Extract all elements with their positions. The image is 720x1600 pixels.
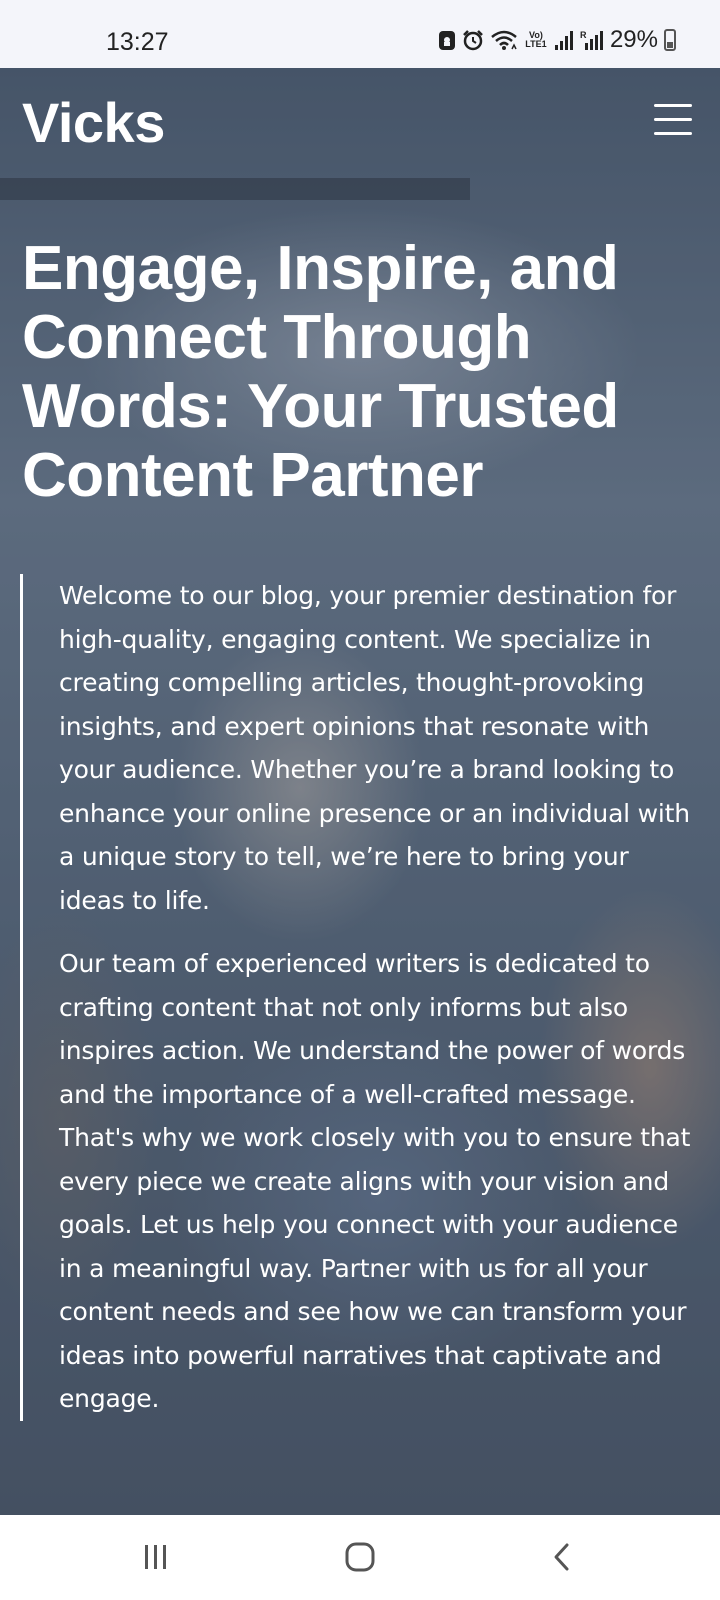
signal-roaming-icon: R: [580, 30, 603, 50]
intro-paragraph-1: Welcome to our blog, your premier destin…: [59, 581, 690, 915]
lock-app-icon: [438, 31, 455, 50]
system-nav-bar: [0, 1515, 720, 1600]
home-icon[interactable]: [330, 1535, 390, 1579]
svg-text:R: R: [580, 30, 587, 40]
intro-paragraph-2: Our team of experienced writers is dedic…: [59, 949, 691, 1413]
hero-text-block: Welcome to our blog, your premier destin…: [20, 574, 692, 1421]
hero-section: Vicks Engage, Inspire, and Connect Throu…: [0, 68, 720, 1515]
hero-headline: Engage, Inspire, and Connect Through Wor…: [22, 234, 619, 510]
status-bar: 13:27 Vo) LTE1 R 29%: [0, 0, 720, 68]
recent-apps-icon[interactable]: [126, 1535, 186, 1579]
back-icon[interactable]: [532, 1535, 592, 1579]
signal-icon: [554, 31, 573, 50]
battery-icon: [664, 29, 676, 51]
status-time: 13:27: [106, 28, 169, 56]
site-logo[interactable]: Vicks: [22, 90, 165, 155]
wifi-icon: [491, 30, 517, 50]
volte-icon: Vo) LTE1: [525, 30, 547, 49]
status-icons: Vo) LTE1 R 29%: [438, 26, 676, 54]
alarm-icon: [463, 30, 483, 51]
battery-percent: 29%: [609, 26, 658, 53]
hamburger-menu-icon[interactable]: [654, 104, 692, 138]
